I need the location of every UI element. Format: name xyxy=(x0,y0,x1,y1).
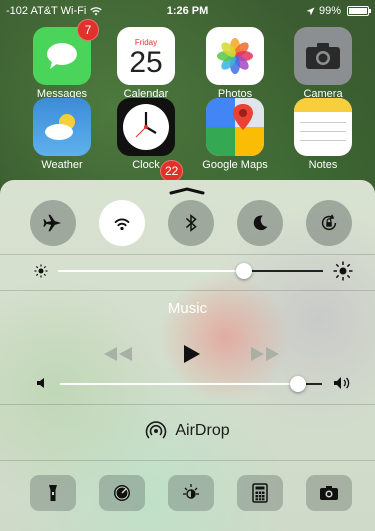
divider xyxy=(0,404,375,405)
brightness-fill xyxy=(58,270,244,272)
wifi-toggle[interactable] xyxy=(99,200,145,246)
maps-icon xyxy=(206,98,264,156)
brightness-knob[interactable] xyxy=(236,263,252,279)
weather-icon xyxy=(33,98,91,156)
rotation-lock-icon xyxy=(321,214,337,231)
calendar-date: 25 xyxy=(129,45,163,79)
app-label: Weather xyxy=(41,159,83,171)
flashlight-button[interactable] xyxy=(30,475,76,511)
moon-icon xyxy=(253,215,268,231)
volume-low-icon xyxy=(37,378,44,388)
dismiss-handle-icon[interactable] xyxy=(169,187,205,195)
app-photos[interactable]: Photos xyxy=(195,27,275,100)
app-label: Notes xyxy=(308,159,338,171)
calculator-icon xyxy=(252,483,268,503)
do-not-disturb-toggle[interactable] xyxy=(237,200,283,246)
night-shift-button[interactable] xyxy=(168,475,214,511)
volume-knob[interactable] xyxy=(290,376,306,392)
bluetooth-toggle[interactable] xyxy=(168,200,214,246)
play-icon[interactable] xyxy=(181,344,201,364)
battery-percent: 99% xyxy=(318,5,341,17)
photos-icon xyxy=(206,27,264,85)
messages-icon: 7 xyxy=(33,19,99,85)
timer-button[interactable] xyxy=(99,475,145,511)
volume-high-icon xyxy=(334,377,350,389)
bluetooth-icon xyxy=(185,214,197,232)
app-notes[interactable]: Notes xyxy=(283,98,363,171)
battery-icon xyxy=(347,6,371,16)
music-title: Music xyxy=(167,300,208,317)
status-left: -102 AT&T Wi-Fi xyxy=(6,5,102,17)
rewind-icon[interactable] xyxy=(103,346,133,362)
night-shift-icon xyxy=(183,484,199,499)
brightness-slider[interactable] xyxy=(58,263,323,279)
app-calendar[interactable]: Friday 25 Calendar xyxy=(106,27,186,100)
control-center: Music AirDrop xyxy=(0,180,375,531)
battery-fill xyxy=(349,8,367,14)
divider xyxy=(0,460,375,461)
clock-icon xyxy=(117,98,175,156)
brightness-low-icon xyxy=(34,264,48,278)
notification-badge: 7 xyxy=(77,19,99,41)
brightness-high-icon xyxy=(333,261,353,281)
flashlight-icon xyxy=(49,485,57,501)
airdrop-label: AirDrop xyxy=(175,422,230,439)
divider xyxy=(0,290,375,291)
volume-slider[interactable] xyxy=(60,376,322,392)
volume-fill xyxy=(60,383,298,385)
wifi-icon xyxy=(114,218,130,231)
camera-button[interactable] xyxy=(306,475,352,511)
calculator-button[interactable] xyxy=(237,475,283,511)
status-right: 99% xyxy=(306,5,371,17)
app-weather[interactable]: Weather xyxy=(22,98,102,171)
airdrop-button[interactable]: AirDrop xyxy=(0,420,375,442)
wifi-status-icon xyxy=(90,6,102,15)
location-arrow-icon xyxy=(306,7,315,15)
notes-icon xyxy=(294,98,352,156)
notification-badge: 22 xyxy=(160,160,184,182)
airdrop-icon xyxy=(146,421,167,439)
app-label: Google Maps xyxy=(202,159,268,171)
status-time: 1:26 PM xyxy=(166,5,209,17)
app-camera[interactable]: Camera xyxy=(283,27,363,100)
camera-icon xyxy=(320,486,338,500)
fast-forward-icon[interactable] xyxy=(250,346,280,362)
app-messages[interactable]: 7 Messages xyxy=(22,19,102,100)
calendar-icon: Friday 25 xyxy=(117,27,175,85)
rotation-lock-toggle[interactable] xyxy=(306,200,352,246)
airplane-icon xyxy=(43,214,62,232)
status-bar: -102 AT&T Wi-Fi 1:26 PM 99% xyxy=(0,0,375,22)
app-google-maps[interactable]: Google Maps xyxy=(195,98,275,171)
timer-icon xyxy=(114,485,130,501)
camera-app-icon xyxy=(294,27,352,85)
airplane-mode-toggle[interactable] xyxy=(30,200,76,246)
carrier-label: -102 AT&T Wi-Fi xyxy=(6,5,87,17)
divider xyxy=(0,254,375,255)
